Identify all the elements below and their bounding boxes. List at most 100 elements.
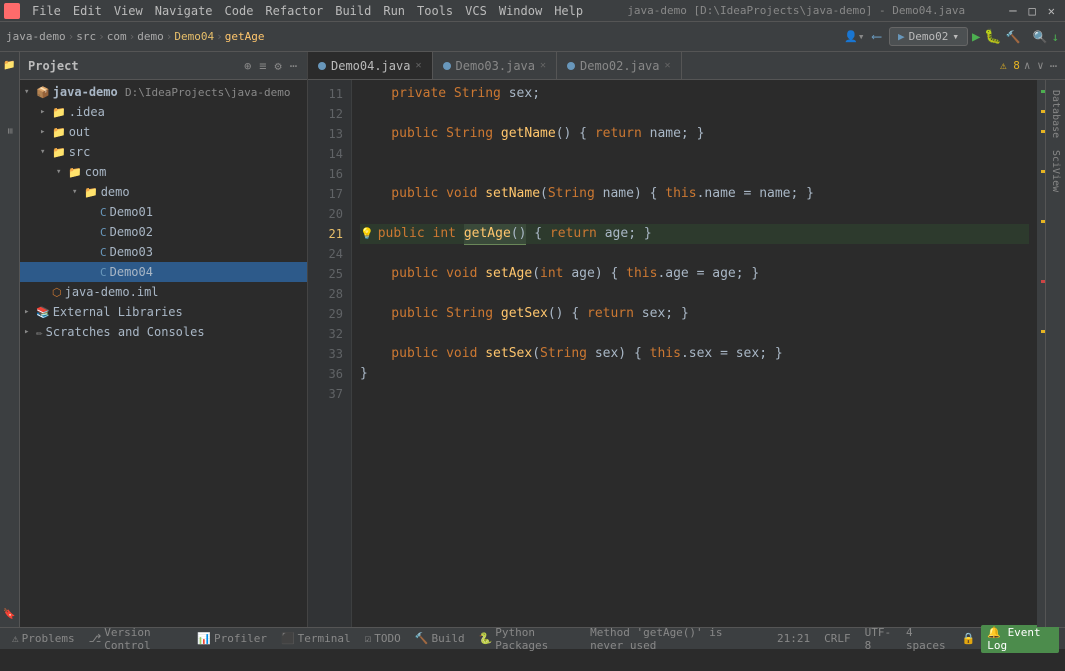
tree-root[interactable]: ▾ 📦 java-demo D:\IdeaProjects\java-demo bbox=[20, 82, 307, 102]
update-button[interactable]: ↓ bbox=[1052, 30, 1059, 44]
code-line-37 bbox=[360, 384, 1029, 404]
database-tab[interactable]: Database bbox=[1048, 84, 1063, 144]
indent-label: 4 spaces bbox=[906, 626, 950, 652]
line-num-13: +13 bbox=[308, 124, 343, 144]
scratches-expand-icon: ▸ bbox=[24, 327, 36, 337]
collapse-all-icon[interactable]: ≡ bbox=[257, 57, 268, 75]
indent-selector[interactable]: 4 spaces bbox=[900, 624, 956, 654]
tree-demo04[interactable]: ▸ C Demo04 bbox=[20, 262, 307, 282]
menu-tools[interactable]: Tools bbox=[411, 2, 459, 20]
project-view-icon[interactable]: 📁 bbox=[2, 56, 17, 76]
breadcrumb-src[interactable]: src bbox=[76, 30, 96, 43]
build-btn[interactable]: 🔨 Build bbox=[409, 630, 471, 647]
breadcrumb-sep4: › bbox=[166, 30, 173, 43]
src-folder-icon: 📁 bbox=[52, 146, 66, 159]
demo01-java-icon: C bbox=[100, 206, 107, 219]
problems-btn[interactable]: ⚠ Problems bbox=[6, 630, 81, 647]
vcs-icon: ⎇ bbox=[89, 632, 102, 645]
tree-iml[interactable]: ▸ ⬡ java-demo.iml bbox=[20, 282, 307, 302]
tree-ext-libs[interactable]: ▸ 📚 External Libraries bbox=[20, 302, 307, 322]
debug-button[interactable]: 🐛 bbox=[984, 29, 1001, 45]
sciview-tab[interactable]: SciView bbox=[1048, 144, 1063, 198]
code-editor[interactable]: 11 12 +13 14 16 +17 20 +21 24 +25 28 bbox=[308, 80, 1065, 627]
tree-idea[interactable]: ▸ 📁 .idea bbox=[20, 102, 307, 122]
tab-demo04[interactable]: Demo04.java ✕ bbox=[308, 52, 433, 79]
vcs-label: Version Control bbox=[104, 626, 183, 652]
out-folder-icon: 📁 bbox=[52, 126, 66, 139]
menu-vcs[interactable]: VCS bbox=[459, 2, 493, 20]
menu-edit[interactable]: Edit bbox=[67, 2, 108, 20]
breadcrumb-sep3: › bbox=[129, 30, 136, 43]
close-button[interactable]: ✕ bbox=[1042, 2, 1061, 20]
line-num-16: 16 bbox=[308, 164, 343, 184]
panel-settings-icon[interactable]: ⚙ bbox=[273, 57, 284, 75]
run-config-selector[interactable]: ▶ Demo02 ▾ bbox=[889, 27, 968, 46]
tab-demo04-icon bbox=[318, 62, 326, 70]
code-content[interactable]: private String sex; public String getNam… bbox=[352, 80, 1037, 627]
breadcrumb-demo[interactable]: demo bbox=[137, 30, 164, 43]
breadcrumb-demo04[interactable]: Demo04 bbox=[174, 30, 214, 43]
warnings-badge[interactable]: ⚠ 8 bbox=[1000, 59, 1020, 72]
line-num-21: +21 bbox=[308, 224, 343, 244]
todo-btn[interactable]: ☑ TODO bbox=[359, 630, 407, 647]
tab-demo02-icon bbox=[567, 62, 575, 70]
line-num-28: 28 bbox=[308, 284, 343, 304]
run-button[interactable]: ▶ bbox=[972, 29, 980, 45]
code-line-11: private String sex; bbox=[360, 84, 1029, 104]
iml-label: java-demo.iml bbox=[65, 285, 159, 299]
locate-file-icon[interactable]: ⊕ bbox=[242, 57, 253, 75]
bookmarks-icon[interactable]: 🔖 bbox=[2, 603, 17, 623]
menu-code[interactable]: Code bbox=[219, 2, 260, 20]
warnings-nav[interactable]: ∧ ∨ bbox=[1024, 59, 1044, 72]
breadcrumb-project[interactable]: java-demo bbox=[6, 30, 66, 43]
tab-demo02[interactable]: Demo02.java ✕ bbox=[557, 52, 682, 79]
bottom-toolbar: ⚠ Problems ⎇ Version Control 📊 Profiler … bbox=[0, 627, 1065, 649]
menu-run[interactable]: Run bbox=[377, 2, 411, 20]
line-num-36: 36 bbox=[308, 364, 343, 384]
line-ending-selector[interactable]: CRLF bbox=[818, 630, 857, 647]
tree-src[interactable]: ▾ 📁 src bbox=[20, 142, 307, 162]
profiler-btn[interactable]: 📊 Profiler bbox=[191, 630, 273, 647]
breadcrumb-com[interactable]: com bbox=[107, 30, 127, 43]
tree-demo03[interactable]: ▸ C Demo03 bbox=[20, 242, 307, 262]
tab-bar-end: ⚠ 8 ∧ ∨ ⋯ bbox=[682, 52, 1065, 79]
position-indicator[interactable]: 21:21 bbox=[771, 630, 816, 647]
tab-demo03[interactable]: Demo03.java ✕ bbox=[433, 52, 558, 79]
encoding-selector[interactable]: UTF-8 bbox=[859, 624, 898, 654]
scroll-indicator[interactable] bbox=[1037, 80, 1045, 627]
menu-file[interactable]: File bbox=[26, 2, 67, 20]
search-everywhere-button[interactable]: 🔍 bbox=[1033, 30, 1048, 44]
idea-label: .idea bbox=[69, 105, 105, 119]
structure-icon[interactable]: ≡ bbox=[2, 124, 17, 138]
tree-demo02[interactable]: ▸ C Demo02 bbox=[20, 222, 307, 242]
panel-options-icon[interactable]: ⋯ bbox=[288, 57, 299, 75]
tab-options-icon[interactable]: ⋯ bbox=[1050, 59, 1057, 73]
tab-demo04-close[interactable]: ✕ bbox=[415, 60, 421, 71]
line-ending-label: CRLF bbox=[824, 632, 851, 645]
root-label: java-demo D:\IdeaProjects\java-demo bbox=[53, 85, 291, 99]
menu-refactor[interactable]: Refactor bbox=[259, 2, 329, 20]
line-num-32: 32 bbox=[308, 324, 343, 344]
menu-view[interactable]: View bbox=[108, 2, 149, 20]
minimize-button[interactable]: ─ bbox=[1003, 2, 1022, 20]
terminal-btn[interactable]: ⬛ Terminal bbox=[275, 630, 357, 647]
build-button[interactable]: 🔨 bbox=[1006, 30, 1021, 44]
tree-com[interactable]: ▾ 📁 com bbox=[20, 162, 307, 182]
extlibs-expand-icon: ▸ bbox=[24, 307, 36, 317]
build-label: Build bbox=[431, 632, 464, 645]
tab-demo03-close[interactable]: ✕ bbox=[540, 60, 546, 71]
menu-window[interactable]: Window bbox=[493, 2, 548, 20]
version-control-btn[interactable]: ⎇ Version Control bbox=[83, 624, 190, 654]
tree-out[interactable]: ▸ 📁 out bbox=[20, 122, 307, 142]
python-packages-btn[interactable]: 🐍 Python Packages bbox=[473, 624, 581, 654]
tree-demo01[interactable]: ▸ C Demo01 bbox=[20, 202, 307, 222]
breadcrumb-getage[interactable]: getAge bbox=[225, 30, 265, 43]
menu-help[interactable]: Help bbox=[548, 2, 589, 20]
maximize-button[interactable]: □ bbox=[1023, 2, 1042, 20]
tree-scratches[interactable]: ▸ ✏ Scratches and Consoles bbox=[20, 322, 307, 342]
menu-build[interactable]: Build bbox=[329, 2, 377, 20]
tab-demo02-close[interactable]: ✕ bbox=[665, 60, 671, 71]
event-log-btn[interactable]: 🔔 Event Log bbox=[981, 625, 1059, 653]
tree-demo[interactable]: ▾ 📁 demo bbox=[20, 182, 307, 202]
menu-navigate[interactable]: Navigate bbox=[149, 2, 219, 20]
